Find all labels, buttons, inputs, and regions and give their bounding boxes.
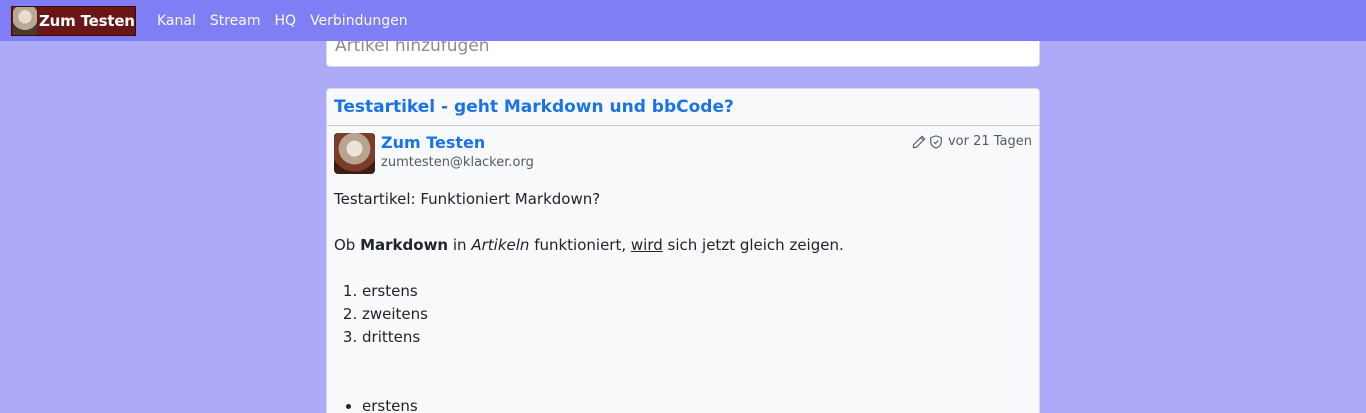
article-body: Zum Testen zumtesten@klacker.org vor 21 … — [327, 126, 1039, 413]
text-segment: funktioniert, — [529, 236, 631, 254]
article-intro: Testartikel: Funktioniert Markdown? — [334, 190, 601, 208]
article-header: Testartikel - geht Markdown und bbCode? — [327, 89, 1039, 126]
post-time[interactable]: vor 21 Tagen — [948, 134, 1032, 149]
ordered-list: erstens zweitens drittens — [362, 280, 1032, 349]
list-item: erstens — [362, 395, 1032, 413]
text-segment: sich jetzt gleich zeigen. — [662, 236, 844, 254]
list-item: drittens — [362, 326, 1032, 349]
italic-text: Artikeln — [471, 236, 530, 254]
article-card: Testartikel - geht Markdown und bbCode? … — [326, 88, 1040, 413]
bold-text: Markdown — [360, 236, 449, 254]
nav-link-verbindungen[interactable]: Verbindungen — [310, 13, 408, 29]
article-sentence: Ob Markdown in Artikeln funktioniert, wi… — [334, 234, 1032, 257]
top-navbar: Zum Testen Kanal Stream HQ Verbindungen — [0, 0, 1366, 41]
author-meta: Zum Testen zumtesten@klacker.org — [381, 133, 534, 174]
list-item: erstens — [362, 280, 1032, 303]
bullet-list: erstens — [362, 395, 1032, 413]
avatar[interactable] — [334, 133, 375, 174]
brand-avatar-icon — [13, 6, 37, 35]
text-segment: Ob — [334, 236, 361, 254]
pencil-icon — [912, 135, 926, 148]
author-address: zumtesten@klacker.org — [381, 155, 534, 170]
article-title[interactable]: Testartikel - geht Markdown und bbCode? — [334, 97, 1032, 117]
shield-icon — [930, 134, 942, 149]
nav-link-stream[interactable]: Stream — [210, 13, 261, 29]
nav-link-kanal[interactable]: Kanal — [157, 13, 196, 29]
underlined-text: wird — [630, 236, 663, 254]
text-segment: in — [448, 236, 472, 254]
list-item: zweitens — [362, 303, 1032, 326]
author-name[interactable]: Zum Testen — [381, 133, 534, 153]
nav-links: Kanal Stream HQ Verbindungen — [150, 13, 415, 29]
brand-name: Zum Testen — [39, 11, 135, 30]
post-meta: vor 21 Tagen — [912, 134, 1032, 149]
brand-logo[interactable]: Zum Testen — [11, 5, 136, 36]
article-content: Testartikel: Funktioniert Markdown? Ob M… — [334, 188, 1032, 413]
nav-link-hq[interactable]: HQ — [275, 13, 297, 29]
